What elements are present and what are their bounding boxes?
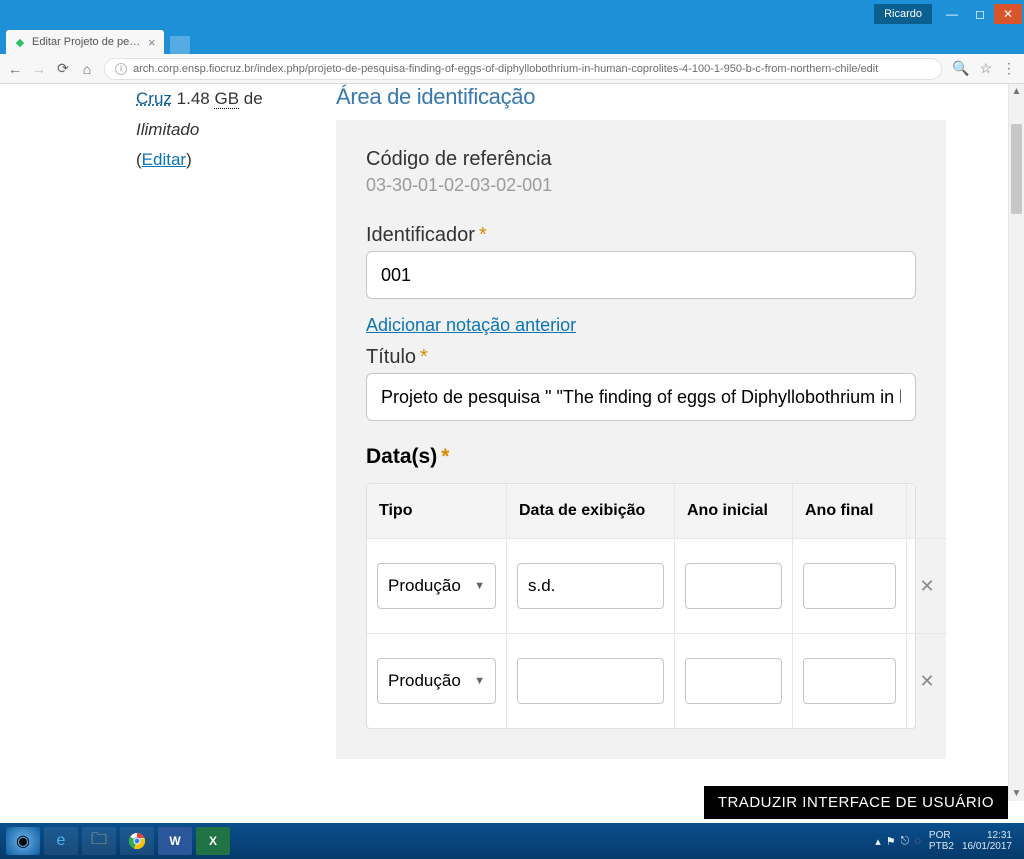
lang-indicator-2[interactable]: PTB2 <box>929 841 954 852</box>
atom-favicon-icon: ◆ <box>14 36 26 48</box>
start-year-input[interactable] <box>685 563 782 609</box>
col-end: Ano final <box>793 484 907 538</box>
browser-tab[interactable]: ◆ Editar Projeto de pesqui × <box>6 30 164 54</box>
minimize-button[interactable]: — <box>938 4 966 24</box>
scrollbar-thumb[interactable] <box>1011 124 1022 214</box>
display-date-input[interactable] <box>517 658 664 704</box>
lang-indicator-1[interactable]: POR <box>929 830 954 841</box>
maximize-button[interactable]: ◻ <box>966 4 994 24</box>
user-badge: Ricardo <box>874 4 932 24</box>
title-label: Título* <box>366 346 916 369</box>
browser-tabstrip: ◆ Editar Projeto de pesqui × <box>0 28 1024 54</box>
dates-row: Produção ▼ ✕ <box>367 633 915 728</box>
bookmark-icon[interactable]: ☆ <box>979 60 992 77</box>
reference-code-label: Código de referência <box>366 148 916 171</box>
explorer-taskbar-icon[interactable]: 🗀 <box>82 827 116 855</box>
col-display: Data de exibição <box>507 484 675 538</box>
window-titlebar: Ricardo — ◻ ✕ <box>0 0 1024 28</box>
menu-icon[interactable]: ⋮ <box>1002 60 1016 77</box>
address-bar[interactable]: i arch.corp.ensp.fiocruz.br/index.php/pr… <box>104 58 942 80</box>
chrome-icon <box>128 832 146 850</box>
end-year-input[interactable] <box>803 563 896 609</box>
tray-vol-icon[interactable]: ◌ <box>914 835 921 848</box>
dates-row: Produção ▼ ✕ <box>367 538 915 633</box>
chrome-taskbar-icon[interactable] <box>120 827 154 855</box>
sidebar-cruz-link[interactable]: Cruz <box>136 89 172 108</box>
taskbar-clock[interactable]: 12:31 16/01/2017 <box>962 830 1018 853</box>
edit-link[interactable]: Editar <box>142 150 186 169</box>
identifier-input[interactable] <box>366 251 916 299</box>
tray-flag-icon[interactable]: ⚑ <box>886 835 896 848</box>
storage-of: de <box>244 89 263 108</box>
display-date-input[interactable] <box>517 563 664 609</box>
col-actions <box>907 484 947 538</box>
home-button[interactable]: ⌂ <box>80 61 94 77</box>
forward-button[interactable]: → <box>32 61 46 77</box>
excel-taskbar-icon[interactable]: X <box>196 827 230 855</box>
word-taskbar-icon[interactable]: W <box>158 827 192 855</box>
tab-close-icon[interactable]: × <box>148 35 156 50</box>
dates-table-head: Tipo Data de exibição Ano inicial Ano fi… <box>367 484 915 538</box>
back-button[interactable]: ← <box>8 61 22 77</box>
reference-code-value: 03-30-01-02-03-02-001 <box>366 175 916 196</box>
remove-row-icon[interactable]: ✕ <box>919 576 934 597</box>
storage-unit: GB <box>214 89 239 109</box>
title-input[interactable] <box>366 373 916 421</box>
section-title: Área de identificação <box>336 84 946 110</box>
taskbar: ◉ e 🗀 W X ▴ ⚑ ⎋ ◌ POR PTB2 12:31 16/01/2… <box>0 823 1024 859</box>
system-tray: ▴ ⚑ ⎋ ◌ POR PTB2 12:31 16/01/2017 <box>875 830 1018 853</box>
identifier-label: Identificador* <box>366 224 916 247</box>
end-year-input[interactable] <box>803 658 896 704</box>
col-start: Ano inicial <box>675 484 793 538</box>
paren-close: ) <box>186 150 192 169</box>
identification-panel: Código de referência 03-30-01-02-03-02-0… <box>336 120 946 759</box>
type-select[interactable]: Produção ▼ <box>377 563 496 609</box>
tray-net-icon[interactable]: ⎋ <box>901 835 910 848</box>
translate-ui-button[interactable]: TRADUZIR INTERFACE DE USUÁRIO <box>704 786 1008 819</box>
ie-taskbar-icon[interactable]: e <box>44 827 78 855</box>
close-button[interactable]: ✕ <box>994 4 1022 24</box>
add-alternative-notation-link[interactable]: Adicionar notação anterior <box>366 315 576 336</box>
dates-table: Tipo Data de exibição Ano inicial Ano fi… <box>366 483 916 729</box>
page-viewport: Cruz 1.48 GB de Ilimitado (Editar) Área … <box>0 84 1024 823</box>
scroll-down-icon[interactable]: ▼ <box>1009 788 1024 799</box>
zoom-icon[interactable]: 🔍 <box>952 60 969 77</box>
scroll-up-icon[interactable]: ▲ <box>1009 86 1024 97</box>
col-tipo: Tipo <box>367 484 507 538</box>
storage-used: 1.48 <box>177 89 210 108</box>
info-icon: i <box>115 63 127 75</box>
start-button[interactable]: ◉ <box>6 827 40 855</box>
remove-row-icon[interactable]: ✕ <box>919 671 934 692</box>
new-tab-button[interactable] <box>170 36 190 54</box>
type-select[interactable]: Produção ▼ <box>377 658 496 704</box>
tray-up-icon[interactable]: ▴ <box>875 835 881 848</box>
start-year-input[interactable] <box>685 658 782 704</box>
vertical-scrollbar[interactable]: ▲ ▼ <box>1008 84 1024 801</box>
dates-label: Data(s)* <box>366 445 916 469</box>
storage-limit: Ilimitado <box>136 120 199 139</box>
main-column: Área de identificação Código de referênc… <box>336 84 946 759</box>
chevron-down-icon: ▼ <box>474 580 485 592</box>
browser-toolbar: ← → ⟳ ⌂ i arch.corp.ensp.fiocruz.br/inde… <box>0 54 1024 84</box>
url-text: arch.corp.ensp.fiocruz.br/index.php/proj… <box>133 63 931 75</box>
chevron-down-icon: ▼ <box>474 675 485 687</box>
tab-title: Editar Projeto de pesqui <box>32 36 142 48</box>
sidebar-storage-info: Cruz 1.48 GB de Ilimitado (Editar) <box>136 84 306 759</box>
reload-button[interactable]: ⟳ <box>56 60 70 77</box>
